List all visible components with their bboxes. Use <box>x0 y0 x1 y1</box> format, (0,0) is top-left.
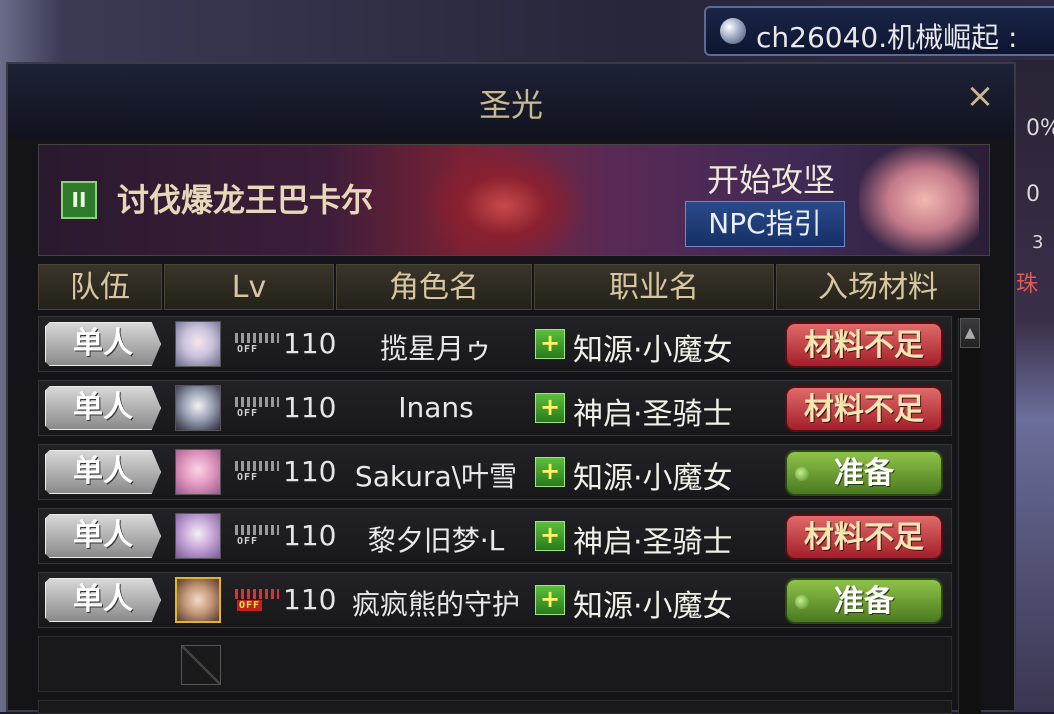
ready-status-badge: 准备 <box>785 450 943 496</box>
npc-portrait <box>859 145 979 255</box>
job-name: 知源·小魔女 <box>573 589 733 624</box>
level-value: 110 <box>283 327 337 360</box>
signal-icon: OFF <box>235 589 279 613</box>
header-team: 队伍 <box>38 264 162 310</box>
level-value: 110 <box>283 519 337 552</box>
ready-dot-icon <box>795 467 809 481</box>
table-row[interactable]: 单人 OFF 110 Inans + 神启·圣骑士 材料不足 <box>38 380 952 436</box>
signal-icon: OFF <box>235 461 279 485</box>
header-name: 角色名 <box>336 264 532 310</box>
header-material: 入场材料 <box>776 264 980 310</box>
pause-icon[interactable]: II <box>61 181 97 219</box>
ready-dot-icon <box>795 595 809 609</box>
job-plus-icon: + <box>535 457 565 487</box>
avatar <box>175 577 221 623</box>
character-name: Inans <box>398 391 474 424</box>
side-text-top: 0% <box>1026 116 1054 141</box>
signal-icon: OFF <box>235 397 279 421</box>
npc-guide-button[interactable]: NPC指引 <box>685 201 845 247</box>
quest-banner: II 讨伐爆龙王巴卡尔 开始攻坚 NPC指引 <box>38 144 990 256</box>
character-name: Sakura\叶雪 <box>354 460 518 493</box>
level-value: 110 <box>283 391 337 424</box>
empty-slot-row <box>38 636 952 692</box>
side-text-middle: 0 <box>1026 182 1040 207</box>
team-solo-button[interactable]: 单人 <box>45 578 161 622</box>
right-background-strip: 0% 0 3 珠 <box>1012 60 1054 712</box>
team-solo-button[interactable]: 单人 <box>45 514 161 558</box>
team-solo-button[interactable]: 单人 <box>45 386 161 430</box>
job-plus-icon: + <box>535 585 565 615</box>
material-status-badge: 材料不足 <box>785 514 943 560</box>
table-row[interactable]: 单人 OFF 110 疯疯熊的守护 + 知源·小魔女 准备 <box>38 572 952 628</box>
header-lv: Lv <box>164 264 334 310</box>
side-text-bottom: 3 <box>1032 232 1044 253</box>
scrollbar[interactable]: ▲ <box>958 318 981 714</box>
signal-icon: OFF <box>235 525 279 549</box>
ready-status-badge: 准备 <box>785 578 943 624</box>
boss-portrait <box>419 145 589 255</box>
material-status-badge: 材料不足 <box>785 322 943 368</box>
avatar <box>175 449 221 495</box>
team-solo-button[interactable]: 单人 <box>45 450 161 494</box>
level-value: 110 <box>283 583 337 616</box>
ready-status-label: 准备 <box>834 584 894 619</box>
scroll-up-icon[interactable]: ▲ <box>960 318 980 348</box>
job-name: 神启·圣骑士 <box>573 525 733 560</box>
table-row[interactable]: 单人 OFF 110 Sakura\叶雪 + 知源·小魔女 准备 <box>38 444 952 500</box>
header-job: 职业名 <box>534 264 774 310</box>
quest-title: 讨伐爆龙王巴卡尔 <box>117 181 374 219</box>
party-panel: 圣光 × II 讨伐爆龙王巴卡尔 开始攻坚 NPC指引 队伍 Lv 角色名 职业… <box>6 62 1016 714</box>
character-name: 疯疯熊的守护 <box>351 588 520 621</box>
table-header: 队伍 Lv 角色名 职业名 入场材料 <box>38 264 980 310</box>
job-plus-icon: + <box>535 393 565 423</box>
panel-title: 圣光 <box>478 86 543 124</box>
table-row[interactable]: 单人 OFF 110 黎夕旧梦·L + 神启·圣骑士 材料不足 <box>38 508 952 564</box>
channel-label: ch26040.机械崛起 : <box>756 21 1018 54</box>
avatar <box>175 385 221 431</box>
character-name: 揽星月ゥ <box>379 332 492 365</box>
job-name: 知源·小魔女 <box>573 461 733 496</box>
channel-orb-icon <box>720 18 746 44</box>
character-name: 黎夕旧梦·L <box>367 524 505 557</box>
signal-icon: OFF <box>235 333 279 357</box>
empty-slot-icon <box>181 645 221 685</box>
job-name: 知源·小魔女 <box>573 333 733 368</box>
start-raid-label: 开始攻坚 <box>707 161 836 199</box>
ready-status-label: 准备 <box>834 456 894 491</box>
job-plus-icon: + <box>535 521 565 551</box>
avatar <box>175 321 221 367</box>
team-solo-button[interactable]: 单人 <box>45 322 161 366</box>
panel-titlebar[interactable]: 圣光 × <box>8 64 1014 138</box>
job-plus-icon: + <box>535 329 565 359</box>
side-text-kanji: 珠 <box>1016 272 1039 297</box>
close-icon[interactable]: × <box>962 78 998 114</box>
table-row[interactable]: 单人 OFF 110 揽星月ゥ + 知源·小魔女 材料不足 <box>38 316 952 372</box>
avatar <box>175 513 221 559</box>
channel-bar[interactable]: ch26040.机械崛起 : <box>704 6 1054 56</box>
material-status-badge: 材料不足 <box>785 386 943 432</box>
level-value: 110 <box>283 455 337 488</box>
job-name: 神启·圣骑士 <box>573 397 733 432</box>
